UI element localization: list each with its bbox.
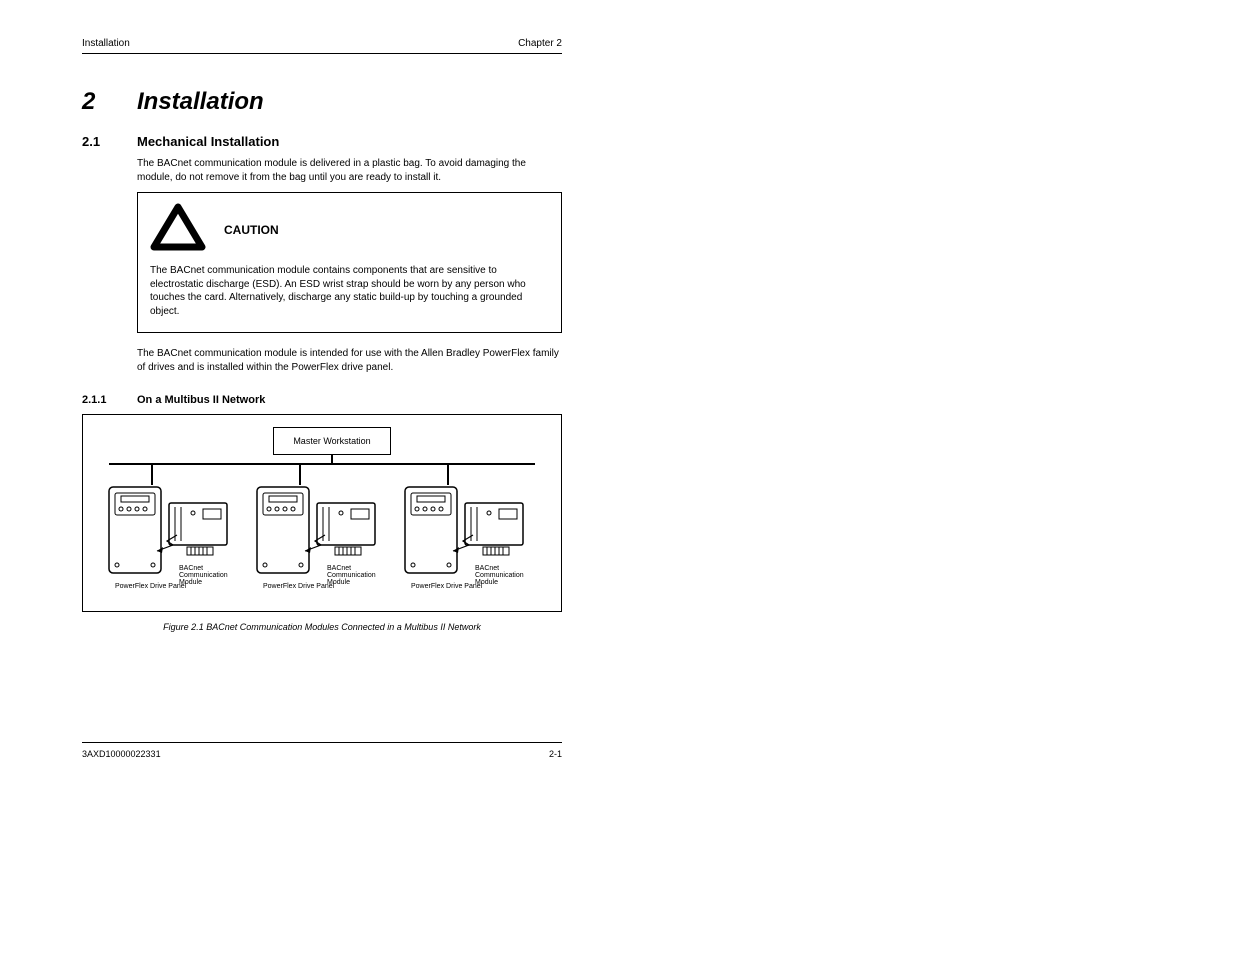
bus-drop	[447, 463, 449, 485]
bus-drop	[299, 463, 301, 485]
header-rule	[82, 53, 562, 54]
header-right: Chapter 2	[518, 38, 562, 49]
section-number: 2.1	[82, 134, 137, 149]
footer-rule	[82, 742, 562, 743]
footer-left: 3AXD10000022331	[82, 749, 161, 759]
caution-text: The BACnet communication module contains…	[150, 264, 549, 318]
footer-page-number: 2-1	[549, 749, 562, 759]
drive-panel-icon	[403, 485, 459, 575]
drive-unit: PowerFlex Drive Panel BACnet Communicati…	[255, 485, 395, 585]
bus-drop	[151, 463, 153, 485]
drive-panel-icon	[255, 485, 311, 575]
module-label: BACnet Communication Module	[475, 565, 543, 586]
body-paragraph: The BACnet communication module is inten…	[137, 347, 562, 374]
panel-label: PowerFlex Drive Panel	[411, 583, 482, 590]
body-paragraph: The BACnet communication module is deliv…	[137, 157, 562, 184]
section-title: Mechanical Installation	[137, 134, 279, 149]
drive-panel-icon	[107, 485, 163, 575]
subsection-title: On a Multibus II Network	[137, 394, 265, 406]
warning-triangle-icon	[150, 203, 206, 256]
subsection-number: 2.1.1	[82, 394, 137, 406]
caution-callout: CAUTION The BACnet communication module …	[137, 192, 562, 333]
chapter-title: Installation	[137, 88, 264, 116]
panel-label: PowerFlex Drive Panel	[263, 583, 334, 590]
figure-caption: Figure 2.1 BACnet Communication Modules …	[82, 622, 562, 632]
master-workstation-box: Master Workstation	[273, 427, 391, 455]
module-label: BACnet Communication Module	[327, 565, 395, 586]
panel-label: PowerFlex Drive Panel	[115, 583, 186, 590]
figure-box: Master Workstation	[82, 414, 562, 612]
connection-arrow-icon	[301, 533, 327, 553]
drive-unit: PowerFlex Drive Panel BACnet Communicati…	[403, 485, 543, 585]
connection-arrow-icon	[449, 533, 475, 553]
module-label: BACnet Communication Module	[179, 565, 247, 586]
header-left: Installation	[82, 38, 130, 49]
network-bus-line	[109, 463, 535, 465]
connection-arrow-icon	[153, 533, 179, 553]
caution-label: CAUTION	[224, 223, 279, 237]
drive-unit: PowerFlex Drive Panel BACnet Communicati…	[107, 485, 247, 585]
chapter-number: 2	[82, 88, 137, 116]
